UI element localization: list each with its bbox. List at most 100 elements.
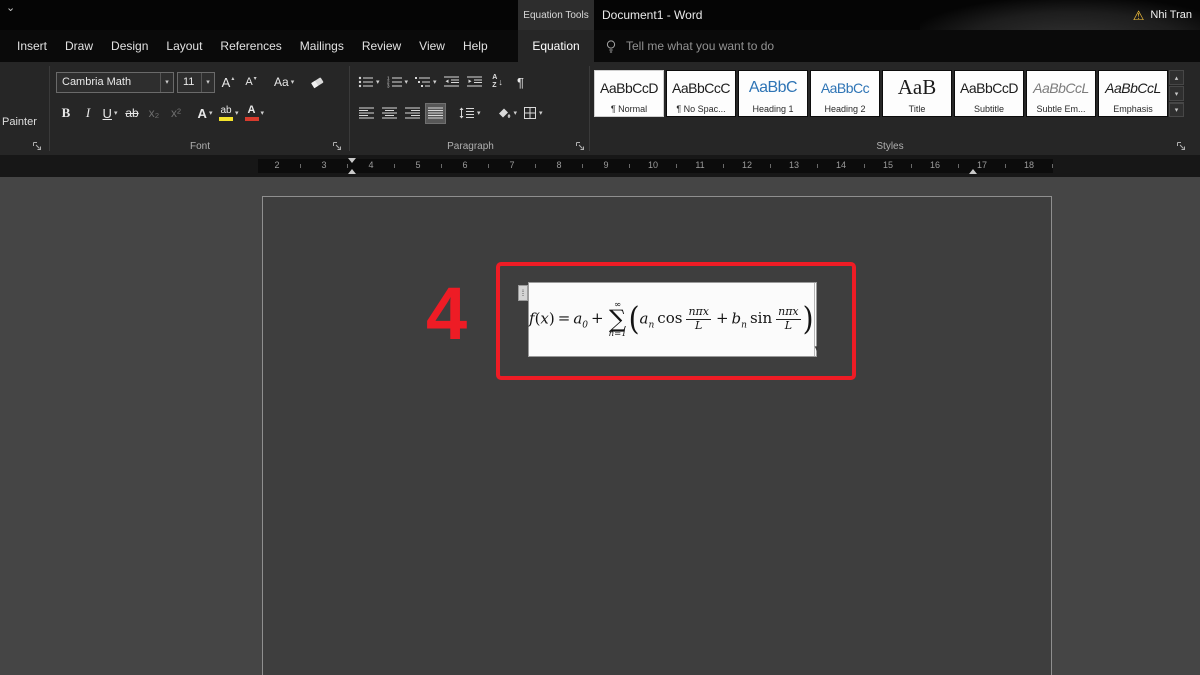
clear-formatting-button[interactable]: [307, 72, 328, 93]
highlight-swatch: [219, 117, 233, 121]
style-subtitle[interactable]: AaBbCcD Subtitle: [954, 70, 1024, 117]
style-emphasis[interactable]: AaBbCcL Emphasis: [1098, 70, 1168, 117]
styles-dialog-launcher-icon[interactable]: [1176, 141, 1186, 151]
font-size-combobox[interactable]: 11 ▾: [177, 72, 215, 93]
ruler-bar: 2 3 4 5 6 7 8 9 10 11 12 13 14 15 16 17 …: [0, 155, 1200, 177]
change-case-button[interactable]: Aa▾: [272, 72, 296, 93]
strikethrough-button[interactable]: ab: [122, 103, 142, 124]
style-label: Heading 2: [824, 104, 865, 116]
first-line-indent-marker[interactable]: [348, 158, 356, 163]
font-size-value: 11: [178, 76, 201, 88]
bold-button[interactable]: B: [56, 103, 76, 124]
scroll-up-icon[interactable]: ▴: [1169, 70, 1184, 85]
font-name-value: Cambria Math: [57, 76, 160, 88]
annotation-highlight-rectangle: [496, 262, 856, 380]
style-label: Subtle Em...: [1036, 104, 1085, 116]
bullets-button[interactable]: ▾: [356, 72, 382, 93]
clipboard-dialog-launcher-icon[interactable]: [32, 141, 42, 151]
tab-design[interactable]: Design: [102, 30, 157, 62]
font-name-combobox[interactable]: Cambria Math ▾: [56, 72, 174, 93]
ruler-number: 16: [930, 161, 940, 170]
title-bar: ⌄ Document1 - Word ⚠ Nhi Tran: [0, 0, 1200, 30]
decrease-indent-button[interactable]: [442, 72, 462, 93]
italic-button[interactable]: I: [78, 103, 98, 124]
group-divider: [49, 66, 50, 151]
justify-button[interactable]: [425, 103, 446, 124]
sort-button[interactable]: AZ ↓: [488, 72, 508, 93]
style-gallery: AaBbCcD ¶ Normal AaBbCcC ¶ No Spac... Aa…: [594, 70, 1168, 117]
tab-help[interactable]: Help: [454, 30, 497, 62]
font-dialog-launcher-icon[interactable]: [332, 141, 342, 151]
style-no-spacing[interactable]: AaBbCcC ¶ No Spac...: [666, 70, 736, 117]
grow-font-button[interactable]: A▴: [218, 72, 238, 93]
increase-indent-button[interactable]: [465, 72, 485, 93]
down-arrow-icon: ↓: [498, 77, 503, 87]
ruler-number: 10: [648, 161, 658, 170]
borders-button[interactable]: ▾: [522, 103, 545, 124]
align-right-button[interactable]: [402, 103, 422, 124]
hanging-indent-marker[interactable]: [348, 169, 356, 174]
tab-mailings[interactable]: Mailings: [291, 30, 353, 62]
style-subtle-emphasis[interactable]: AaBbCcL Subtle Em...: [1026, 70, 1096, 117]
tab-draw[interactable]: Draw: [56, 30, 102, 62]
account-area[interactable]: ⚠ Nhi Tran: [1133, 0, 1192, 30]
line-spacing-button[interactable]: ▾: [457, 103, 483, 124]
word-window: ⌄ Document1 - Word ⚠ Nhi Tran Equation T…: [0, 0, 1200, 675]
chevron-down-icon: ▾: [433, 78, 437, 86]
paragraph-dialog-launcher-icon[interactable]: [575, 141, 585, 151]
ribbon-tab-bar: Insert Draw Design Layout References Mai…: [0, 30, 518, 62]
numbering-button[interactable]: 123 ▾: [385, 72, 411, 93]
style-heading-2[interactable]: AaBbCc Heading 2: [810, 70, 880, 117]
chevron-down-icon: ▾: [209, 109, 213, 117]
paragraph-group: ▾ 123 ▾ ▾ AZ ↓: [352, 62, 589, 155]
ruler-number: 17: [977, 161, 987, 170]
style-preview: AaBbCcL: [1033, 71, 1089, 104]
scroll-down-icon[interactable]: ▾: [1169, 86, 1184, 101]
show-formatting-marks-button[interactable]: ¶: [511, 72, 531, 93]
text-effects-button[interactable]: A▾: [195, 103, 215, 124]
tab-equation[interactable]: Equation: [518, 30, 594, 62]
shrink-font-button[interactable]: A▾: [241, 72, 261, 93]
eraser-icon: [309, 75, 326, 90]
chevron-down-icon: ▾: [235, 109, 239, 117]
chevron-down-icon[interactable]: ▾: [160, 73, 173, 92]
tab-review[interactable]: Review: [353, 30, 410, 62]
user-name: Nhi Tran: [1150, 9, 1192, 21]
multilevel-list-button[interactable]: ▾: [413, 72, 439, 93]
chevron-down-icon: ▾: [261, 109, 265, 117]
font-group: Cambria Math ▾ 11 ▾ A▴ A▾ Aa▾: [52, 62, 348, 155]
tab-insert[interactable]: Insert: [8, 30, 56, 62]
document-canvas[interactable]: 4 ⁞ f(x)=a0+∞∑n=1(ancosnπxL+bnsinnπxL) ▾: [0, 177, 1200, 675]
right-indent-marker[interactable]: [969, 169, 977, 174]
format-painter-button[interactable]: Painter: [0, 116, 49, 128]
style-normal[interactable]: AaBbCcD ¶ Normal: [594, 70, 664, 117]
chevron-down-icon[interactable]: ▾: [201, 73, 214, 92]
highlight-color-button[interactable]: ab ▾: [217, 103, 241, 124]
gallery-more-icon[interactable]: ▾: [1169, 102, 1184, 117]
style-title[interactable]: AaB Title: [882, 70, 952, 117]
shading-button[interactable]: ▾: [494, 103, 520, 124]
tab-layout[interactable]: Layout: [157, 30, 211, 62]
align-center-button[interactable]: [379, 103, 399, 124]
style-heading-1[interactable]: AaBbC Heading 1: [738, 70, 808, 117]
warning-icon[interactable]: ⚠: [1133, 9, 1145, 22]
tell-me-search[interactable]: Tell me what you want to do: [604, 30, 774, 62]
ruler-number: 9: [603, 161, 608, 170]
style-preview: AaBbCcC: [672, 71, 730, 104]
underline-button[interactable]: U▾: [100, 103, 120, 124]
superscript-button: x²: [166, 103, 186, 124]
chevron-down-icon: ▾: [291, 78, 295, 86]
document-title: Document1 - Word: [602, 0, 702, 30]
font-group-label: Font: [52, 141, 348, 152]
align-left-button[interactable]: [356, 103, 376, 124]
ribbon: Painter Cambria Math ▾ 11 ▾ A▴ A▾ Aa▾: [0, 62, 1200, 155]
ruler-number: 18: [1024, 161, 1034, 170]
font-color-button[interactable]: A ▾: [243, 103, 267, 124]
style-preview: AaBbCc: [821, 71, 869, 104]
tab-references[interactable]: References: [211, 30, 290, 62]
horizontal-ruler[interactable]: 2 3 4 5 6 7 8 9 10 11 12 13 14 15 16 17 …: [258, 159, 1053, 173]
style-label: Heading 1: [752, 104, 793, 116]
styles-group: AaBbCcD ¶ Normal AaBbCcC ¶ No Spac... Aa…: [592, 62, 1188, 155]
tab-view[interactable]: View: [410, 30, 454, 62]
quick-access-chevron-icon[interactable]: ⌄: [6, 1, 15, 14]
